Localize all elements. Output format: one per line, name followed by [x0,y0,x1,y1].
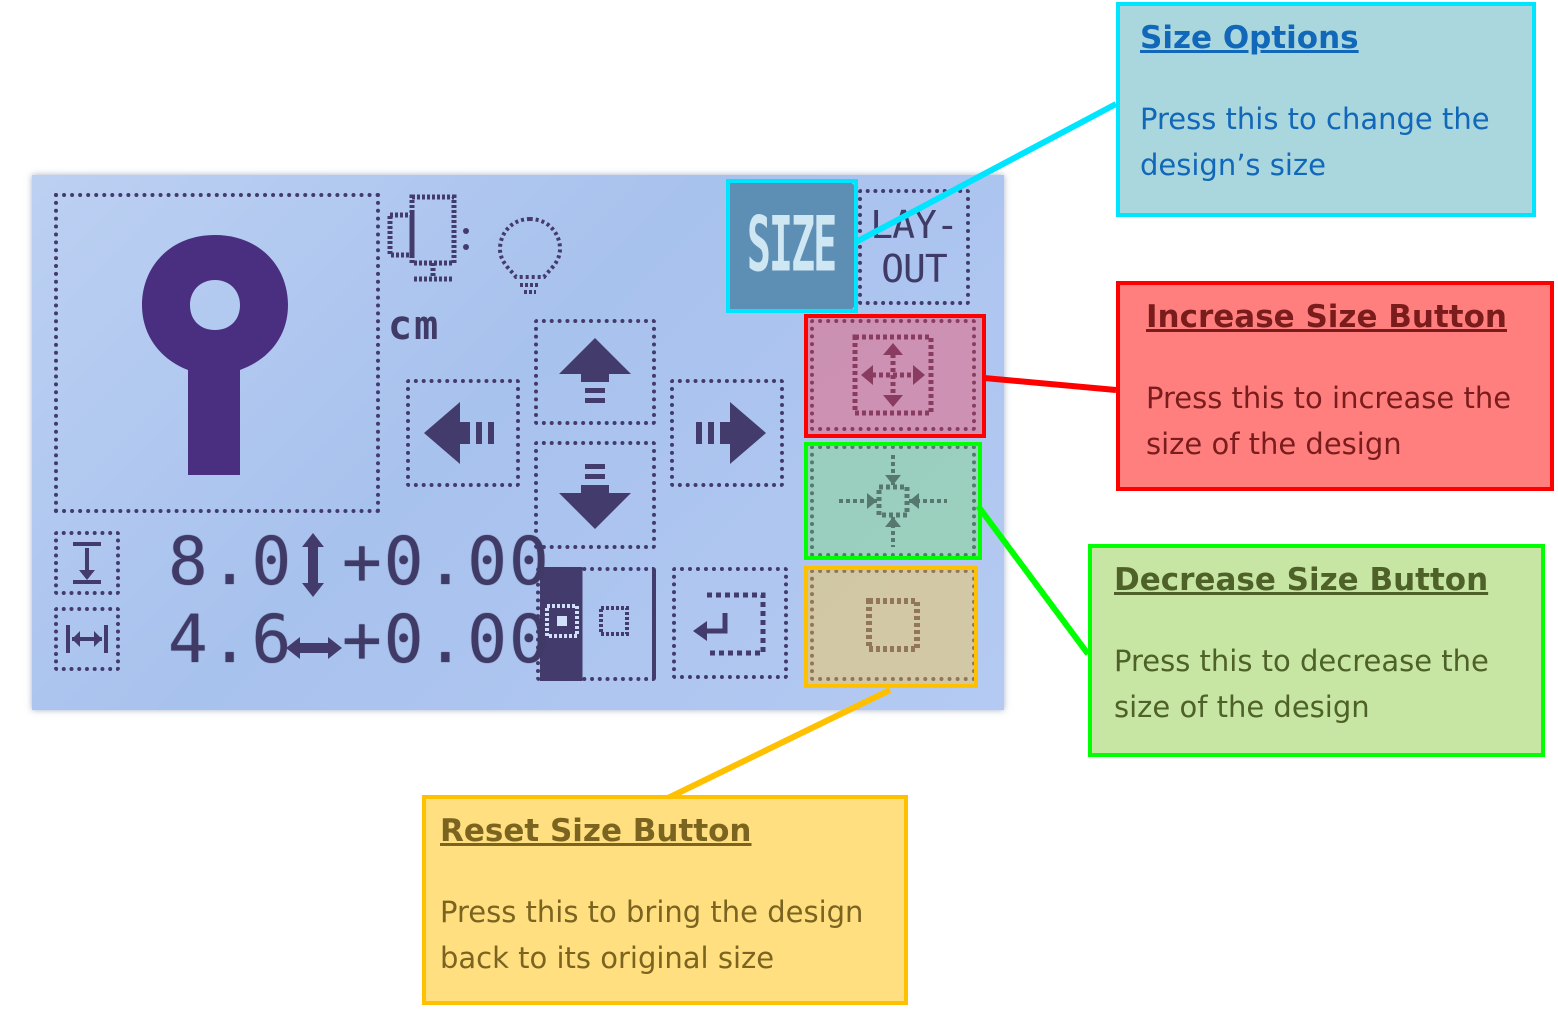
hoop-icon [387,194,469,282]
layout-tab[interactable]: LAY- OUT [858,189,970,305]
size-options-title: Size Options [1140,20,1359,56]
arrow-left-icon [424,402,494,464]
move-left-button[interactable] [406,379,520,487]
layout-tab-label-top: LAY- [870,203,959,247]
increase-body-line1: Press this to increase the [1146,381,1512,415]
increase-body-line2: size of the design [1146,427,1402,461]
return-icon [693,592,766,656]
return-button[interactable] [672,567,788,679]
arrow-up-icon [559,338,631,403]
decrease-callout: Decrease Size Button Press this to decre… [1088,544,1545,757]
increase-title: Increase Size Button [1146,299,1507,335]
height-offset: +0.00 [342,523,551,600]
height-icon-box [54,531,120,595]
increase-callout: Increase Size Button Press this to incre… [1116,281,1554,491]
center-icon [545,604,629,638]
reset-size-highlight [804,566,978,688]
move-right-button[interactable] [670,379,784,487]
unit-label: cm [388,303,441,349]
reset-body-line2: back to its original size [440,941,775,975]
center-button[interactable] [536,567,656,681]
decrease-body-line1: Press this to decrease the [1114,644,1489,678]
move-up-button[interactable] [534,319,656,425]
reset-callout: Reset Size Button Press this to bring th… [422,795,908,1005]
decrease-title: Decrease Size Button [1114,562,1489,598]
width-value: 4.6 [168,601,294,678]
decrease-size-highlight [804,442,982,560]
arrow-right-icon [696,402,766,464]
arrow-down-icon [559,464,631,529]
height-value: 8.0 [168,523,294,600]
size-options-body-line1: Press this to change the [1140,102,1490,136]
bulb-icon [497,216,563,294]
decrease-body-line2: size of the design [1114,690,1370,724]
size-options-body-line2: design’s size [1140,148,1326,182]
size-options-highlight [726,179,858,313]
width-icon-box [54,607,120,671]
layout-tab-label-bottom: OUT [881,247,948,291]
size-options-callout: Size Options Press this to change the de… [1116,2,1536,217]
key-shape-icon [142,235,288,475]
design-preview-frame [54,193,380,513]
height-icon [73,542,101,584]
reset-title: Reset Size Button [440,813,752,849]
move-down-button[interactable] [534,441,656,549]
height-offset-icon [302,533,324,597]
increase-size-highlight [804,314,986,438]
width-icon [66,625,108,653]
width-offset-icon [286,637,342,659]
reset-body-line1: Press this to bring the design [440,895,864,929]
width-offset: +0.00 [342,601,551,678]
